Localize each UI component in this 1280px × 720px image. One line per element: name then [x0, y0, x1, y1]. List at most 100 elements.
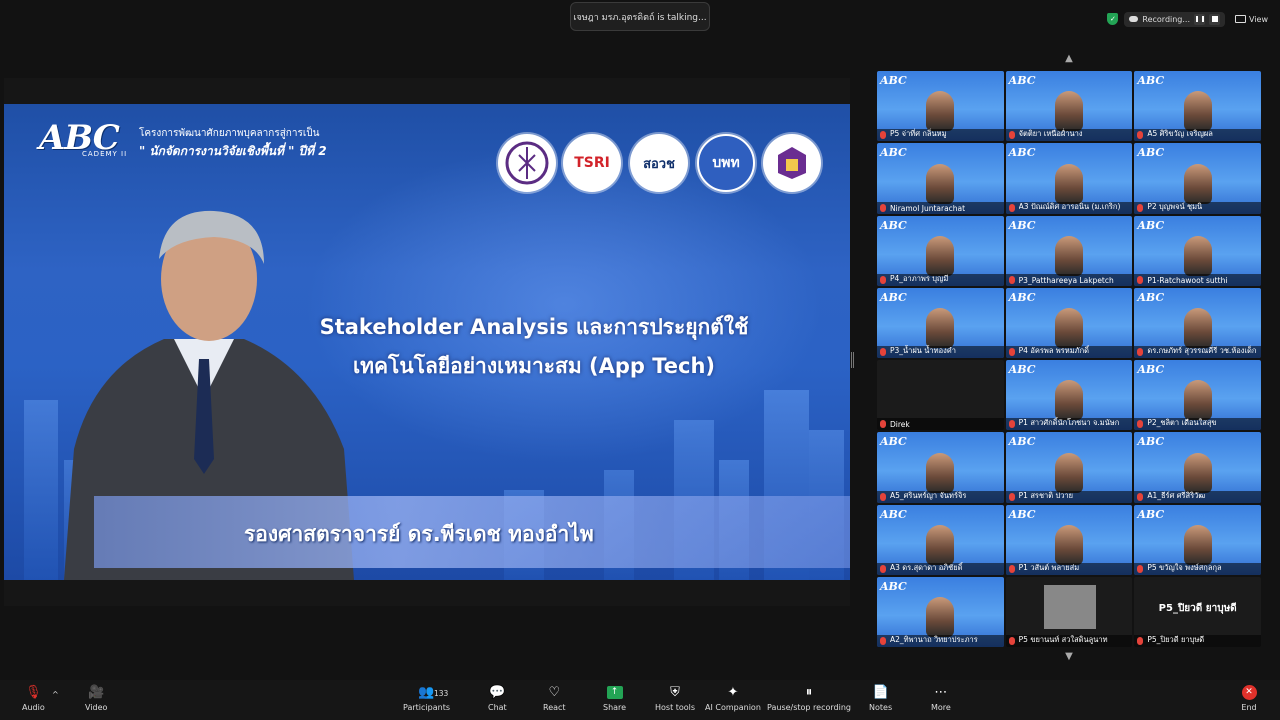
participant-video	[1054, 235, 1083, 276]
participant-tile[interactable]: ABC P5 ขวัญใจ พงษ์สกุลกุล	[1134, 504, 1261, 575]
participant-tile[interactable]: ABC A1_ธีร์ศ ศรีสิริวัฒ	[1134, 432, 1261, 503]
participant-tile[interactable]: ABC P1 สรชาติ ปวาย	[1005, 432, 1133, 503]
audio-button[interactable]: 🎙 Audio	[22, 684, 45, 713]
pause-stop-recording-button[interactable]: ⏸ Pause/stop recording	[767, 684, 851, 713]
share-button[interactable]: ↑ Share	[603, 684, 626, 712]
video-button[interactable]: 🎥 Video	[85, 684, 107, 713]
view-button[interactable]: View	[1235, 15, 1268, 24]
mic-muted-icon	[880, 420, 886, 429]
tile-abc-logo: ABC	[1137, 507, 1165, 521]
mic-muted-icon	[880, 348, 886, 356]
notes-button[interactable]: 📄 Notes	[869, 684, 892, 713]
active-speaker-banner: เจษฎา มรภ.อุตรดิตถ์ is talking...	[570, 2, 710, 31]
gallery-scroll-down-icon[interactable]: ▼	[1062, 652, 1076, 662]
tile-abc-logo: ABC	[1008, 507, 1036, 521]
participant-tile[interactable]: ABC A3 ดร.สุดาดา อภิชัยดิ์	[877, 504, 1004, 575]
tile-abc-logo: ABC	[880, 579, 907, 593]
end-button[interactable]: ✕ End	[1240, 684, 1258, 712]
participant-tile[interactable]: Direk	[877, 360, 1004, 431]
participant-tile[interactable]: ABC P2 บุญพจน์ ชุมนิ	[1134, 143, 1261, 214]
participant-display-name: P5_ปิยวดี ยาบุษดี	[1158, 602, 1237, 614]
participant-tile[interactable]: P5 ขยานนท์ สวใสดินลูนาท	[1005, 576, 1133, 647]
sparkle-icon: ✦	[727, 684, 739, 700]
participant-tile[interactable]: ABC P4_อาภาพร บุญมี	[877, 215, 1004, 286]
stop-recording-button[interactable]	[1209, 13, 1221, 25]
participant-tile[interactable]: ABC P4 อัครพล พรหมภักดิ์	[1005, 287, 1133, 358]
participant-tile[interactable]: ABC ดร.กษภัทร์ สุวรรณคีรี วช.ห้องเด็ก	[1134, 287, 1261, 358]
participant-name: P5 ขยานนท์ สวใสดินลูนาท	[1018, 635, 1108, 644]
mic-muted-icon	[880, 131, 886, 140]
participant-name: P2_ชลิตา เดือนใสสุข	[1147, 418, 1217, 428]
tile-abc-logo: ABC	[1008, 146, 1036, 160]
participant-tile[interactable]: ABC P2_ชลิตา เดือนใสสุข	[1134, 360, 1261, 431]
participant-name: P2 บุญพจน์ ชุมนิ	[1147, 201, 1203, 211]
participant-name: A3 ดร.สุดาดา อภิชัยดิ์	[890, 562, 963, 572]
participant-video	[926, 597, 955, 637]
participant-tile[interactable]: ABC P1 วสันต์ พลายส่ม	[1005, 504, 1133, 575]
gallery-scroll-up-icon[interactable]: ▲	[1062, 54, 1076, 64]
participant-tile[interactable]: ABC P1 สาวศักดิ์นักโภชนา จ.มนัษก	[1005, 360, 1133, 431]
participant-tile[interactable]: ABC จัตติยา เหนือฝ่ำนาง	[1005, 71, 1133, 142]
participant-name: A3 ปัณณ์ดิศ อารอนิน (ม.เกริก)	[1018, 201, 1121, 211]
participant-tile[interactable]: ABC P5 จ่าที่ศ กลิ่นหมู	[877, 71, 1004, 142]
participant-tile[interactable]: ABC A3 ปัณณ์ดิศ อารอนิน (ม.เกริก)	[1005, 143, 1133, 214]
chat-label: Chat	[488, 703, 507, 712]
react-label: React	[543, 703, 566, 712]
participant-tile[interactable]: ABC A5_ศรินทร์ญา จันทร์จิร	[877, 432, 1004, 503]
participant-name: P1-Ratchawoot sutthi	[1147, 275, 1228, 285]
chat-button[interactable]: 💬 Chat	[488, 684, 507, 713]
end-call-icon: ✕	[1240, 684, 1258, 700]
tile-abc-logo: ABC	[880, 74, 907, 87]
participant-tile[interactable]: ABC A5 ศิริขวัญ เจริญผล	[1134, 71, 1261, 142]
slide-title-line-1: Stakeholder Analysis และการประยุกต์ใช้	[319, 315, 749, 339]
participant-name: จัตติยา เหนือฝ่ำนาง	[1018, 129, 1083, 139]
participant-tile[interactable]: P5_ปิยวดี ยาบุษดี P5_ปิยวดี ยาบุษดี	[1134, 576, 1261, 647]
recording-label: Recording...	[1142, 14, 1191, 24]
tile-abc-logo: ABC	[1137, 146, 1165, 160]
encryption-shield-icon[interactable]: ✓	[1107, 13, 1119, 25]
project-line-1: โครงการพัฒนาศักยภาพบุคลากรสู่การเป็น	[139, 128, 320, 139]
participant-name: P1 สาวศักดิ์นักโภชนา จ.มนัษก	[1018, 418, 1120, 428]
tile-abc-logo: ABC	[880, 507, 907, 521]
mic-muted-icon	[880, 637, 886, 645]
more-button[interactable]: ⋯ More	[931, 684, 951, 713]
participant-name: P4 อัครพล พรหมภักดิ์	[1018, 346, 1090, 355]
participant-video	[1183, 163, 1212, 204]
participant-tile[interactable]: ABC P1-Ratchawoot sutthi	[1134, 215, 1261, 286]
audio-options-caret-icon[interactable]: ^	[52, 690, 59, 699]
tile-abc-logo: ABC	[1137, 74, 1165, 87]
participant-video	[1054, 91, 1083, 132]
zoom-meeting-window: เจษฎา มรภ.อุตรดิตถ์ is talking... ✓ Reco…	[0, 0, 1280, 720]
participant-video	[1183, 308, 1212, 348]
chat-icon: 💬	[489, 684, 506, 700]
participant-tile[interactable]: ABC P3_น้ำฝน น้ำทองคำ	[877, 287, 1004, 358]
participant-tile[interactable]: ABC Niramol Juntarachat	[877, 143, 1004, 214]
participant-name: P5_ปิยวดี ยาบุษดี	[1147, 635, 1205, 644]
participant-name: P5 ขวัญใจ พงษ์สกุลกุล	[1147, 562, 1222, 572]
partner-logo-mhesi	[498, 134, 556, 192]
mic-muted-icon	[1137, 275, 1144, 284]
mic-muted-icon	[1008, 492, 1015, 501]
tile-abc-logo: ABC	[1008, 218, 1036, 232]
participants-label: Participants	[403, 703, 450, 712]
recording-indicator: Recording...	[1124, 11, 1226, 27]
mic-muted-icon	[880, 203, 886, 212]
participant-name: A2_ทิพานาถ วิทยาประภาร	[890, 635, 978, 644]
ai-companion-button[interactable]: ✦ AI Companion	[705, 684, 761, 713]
more-icon: ⋯	[934, 684, 948, 700]
react-button[interactable]: ♡ React	[543, 684, 566, 713]
participant-tile[interactable]: ABC P3_Pattharееya Lakpetch	[1005, 215, 1133, 286]
notes-icon: 📄	[872, 684, 889, 700]
partner-logo-sowch: สอวช	[630, 134, 688, 192]
slide-glow	[304, 144, 824, 464]
participant-video	[1183, 91, 1212, 132]
meeting-toolbar	[0, 680, 1280, 720]
participant-name: P3_Pattharееya Lakpetch	[1018, 275, 1114, 285]
participant-tile[interactable]: ABC A2_ทิพานาถ วิทยาประภาร	[877, 576, 1004, 647]
shared-slide: ABC CADEMY II โครงการพัฒนาศักยภาพบุคลากร…	[4, 104, 850, 580]
split-resize-handle[interactable]	[851, 352, 854, 368]
host-tools-button[interactable]: ⛨ Host tools	[655, 684, 695, 713]
pause-recording-button[interactable]	[1194, 13, 1206, 25]
participant-video	[926, 524, 955, 565]
heart-icon: ♡	[548, 684, 561, 700]
